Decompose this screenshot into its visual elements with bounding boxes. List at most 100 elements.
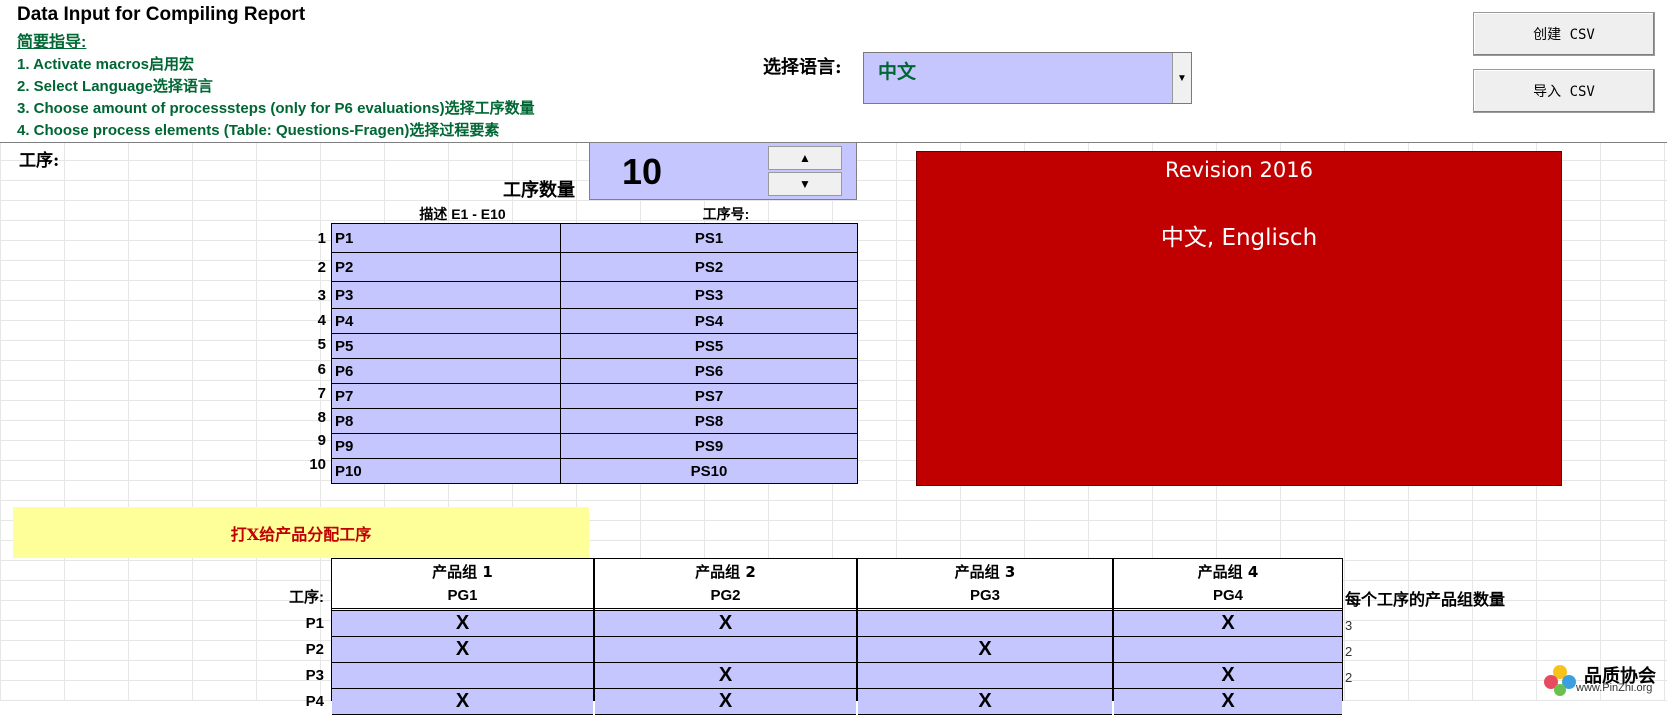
- group-count-value: 2: [1345, 670, 1353, 685]
- process-row: P2 PS2: [330, 252, 858, 282]
- product-group-column: 产品组 4 PG4 X X X: [1113, 558, 1343, 715]
- process-desc-cell[interactable]: P4: [330, 308, 562, 334]
- assign-row-label: P2: [305, 641, 324, 658]
- process-desc-cell[interactable]: P1: [330, 223, 562, 253]
- process-row-number: 8: [317, 409, 326, 426]
- process-desc-cell[interactable]: P9: [330, 433, 562, 459]
- process-row: P1 PS1: [330, 223, 858, 253]
- assign-row-label: P1: [305, 615, 324, 632]
- assignment-cell[interactable]: X: [1114, 663, 1342, 689]
- assignment-cell[interactable]: X: [858, 689, 1112, 715]
- process-no-cell[interactable]: PS3: [560, 281, 858, 309]
- process-desc-cell[interactable]: P10: [330, 458, 562, 484]
- assignment-cell[interactable]: [332, 663, 593, 689]
- chevron-down-icon[interactable]: ▼: [1172, 53, 1191, 103]
- assign-row-label: P4: [305, 693, 324, 710]
- process-row: P8 PS8: [330, 408, 858, 434]
- assignment-cell[interactable]: X: [1114, 611, 1342, 637]
- process-row-number: 5: [317, 336, 326, 353]
- process-row: P4 PS4: [330, 308, 858, 334]
- process-no-cell[interactable]: PS5: [560, 333, 858, 359]
- product-group-column: 产品组 2 PG2 X X X: [594, 558, 857, 715]
- process-row: P10 PS10: [330, 458, 858, 484]
- product-group-title: 产品组 2: [595, 558, 856, 586]
- assignment-cell[interactable]: [858, 611, 1112, 637]
- assignment-cell[interactable]: X: [332, 637, 593, 663]
- process-row-number: 2: [317, 259, 326, 276]
- arrow-down-icon: ▼: [799, 177, 811, 191]
- assignment-cell[interactable]: [1114, 637, 1342, 663]
- process-no-cell[interactable]: PS8: [560, 408, 858, 434]
- process-no-cell[interactable]: PS6: [560, 358, 858, 384]
- process-row: P9 PS9: [330, 433, 858, 459]
- process-row-number: 7: [317, 385, 326, 402]
- process-desc-cell[interactable]: P5: [330, 333, 562, 359]
- process-row: P5 PS5: [330, 333, 858, 359]
- page-title: Data Input for Compiling Report: [17, 4, 306, 25]
- group-count-value: 2: [1345, 644, 1353, 659]
- process-no-cell[interactable]: PS10: [560, 458, 858, 484]
- pg-count-header: 每个工序的产品组数量: [1345, 590, 1506, 609]
- process-row-number: 6: [317, 361, 326, 378]
- product-group-code: PG2: [595, 584, 856, 611]
- revision-title: Revision 2016: [1165, 158, 1313, 182]
- process-desc-cell[interactable]: P2: [330, 252, 562, 282]
- product-group-code: PG3: [858, 584, 1112, 611]
- assign-row-label: P3: [305, 667, 324, 684]
- assignment-cell[interactable]: [595, 637, 856, 663]
- assignment-cell[interactable]: X: [595, 663, 856, 689]
- process-row: P3 PS3: [330, 281, 858, 309]
- assignment-cell[interactable]: X: [595, 611, 856, 637]
- col-header-description: 描述 E1 - E10: [419, 206, 506, 222]
- step-4: 4. Choose process elements (Table: Quest…: [17, 122, 500, 139]
- process-no-cell[interactable]: PS4: [560, 308, 858, 334]
- language-select[interactable]: 中文 ▼: [863, 52, 1192, 104]
- product-group-title: 产品组 4: [1114, 558, 1342, 586]
- assignment-cell[interactable]: [858, 663, 1112, 689]
- col-header-process-no: 工序号:: [702, 206, 750, 222]
- spin-up-button[interactable]: ▲: [768, 146, 842, 170]
- revision-panel: Revision 2016 中文, Englisch: [916, 151, 1562, 486]
- process-no-cell[interactable]: PS2: [560, 252, 858, 282]
- assignment-cell[interactable]: X: [595, 689, 856, 715]
- product-group-code: PG4: [1114, 584, 1342, 611]
- spin-down-button[interactable]: ▼: [768, 172, 842, 196]
- process-count-value: 10: [622, 151, 663, 192]
- process-desc-cell[interactable]: P7: [330, 383, 562, 409]
- revision-languages: 中文, Englisch: [1160, 225, 1318, 251]
- guide-link[interactable]: 简要指导:: [17, 28, 86, 52]
- process-row-number: 1: [317, 230, 326, 247]
- create-csv-button[interactable]: 创建 CSV: [1473, 12, 1655, 56]
- product-group-column: 产品组 1 PG1 X X X: [331, 558, 594, 715]
- process-desc-cell[interactable]: P3: [330, 281, 562, 309]
- assignment-cell[interactable]: X: [332, 611, 593, 637]
- process-count-field[interactable]: 10 ▲ ▼: [589, 142, 857, 200]
- process-row-number: 10: [309, 456, 326, 473]
- process-row: P6 PS6: [330, 358, 858, 384]
- assign-banner-text: 打X给产品分配工序: [230, 524, 372, 544]
- process-desc-cell[interactable]: P6: [330, 358, 562, 384]
- logo-url: www.PinZhi.org: [1576, 682, 1653, 694]
- assign-banner: 打X给产品分配工序: [13, 507, 589, 558]
- product-group-column: 产品组 3 PG3 X X: [857, 558, 1113, 715]
- language-selected-value: 中文: [878, 61, 917, 83]
- process-count-label: 工序数量: [503, 180, 575, 201]
- arrow-up-icon: ▲: [799, 151, 811, 165]
- process-row-number: 4: [317, 312, 326, 329]
- process-section-label: 工序:: [19, 151, 60, 171]
- assign-row-header: 工序:: [289, 589, 324, 606]
- assignment-cell[interactable]: X: [858, 637, 1112, 663]
- step-2: 2. Select Language选择语言: [17, 78, 213, 95]
- process-row-number: 9: [317, 432, 326, 449]
- product-group-title: 产品组 3: [858, 558, 1112, 586]
- import-csv-button[interactable]: 导入 CSV: [1473, 69, 1655, 113]
- brand-logo: 品质协会 www.PinZhi.org: [1542, 660, 1662, 698]
- product-group-title: 产品组 1: [332, 558, 593, 586]
- assignment-cell[interactable]: X: [1114, 689, 1342, 715]
- process-no-cell[interactable]: PS1: [560, 223, 858, 253]
- assignment-cell[interactable]: X: [332, 689, 593, 715]
- process-desc-cell[interactable]: P8: [330, 408, 562, 434]
- process-no-cell[interactable]: PS9: [560, 433, 858, 459]
- product-group-code: PG1: [332, 584, 593, 611]
- process-no-cell[interactable]: PS7: [560, 383, 858, 409]
